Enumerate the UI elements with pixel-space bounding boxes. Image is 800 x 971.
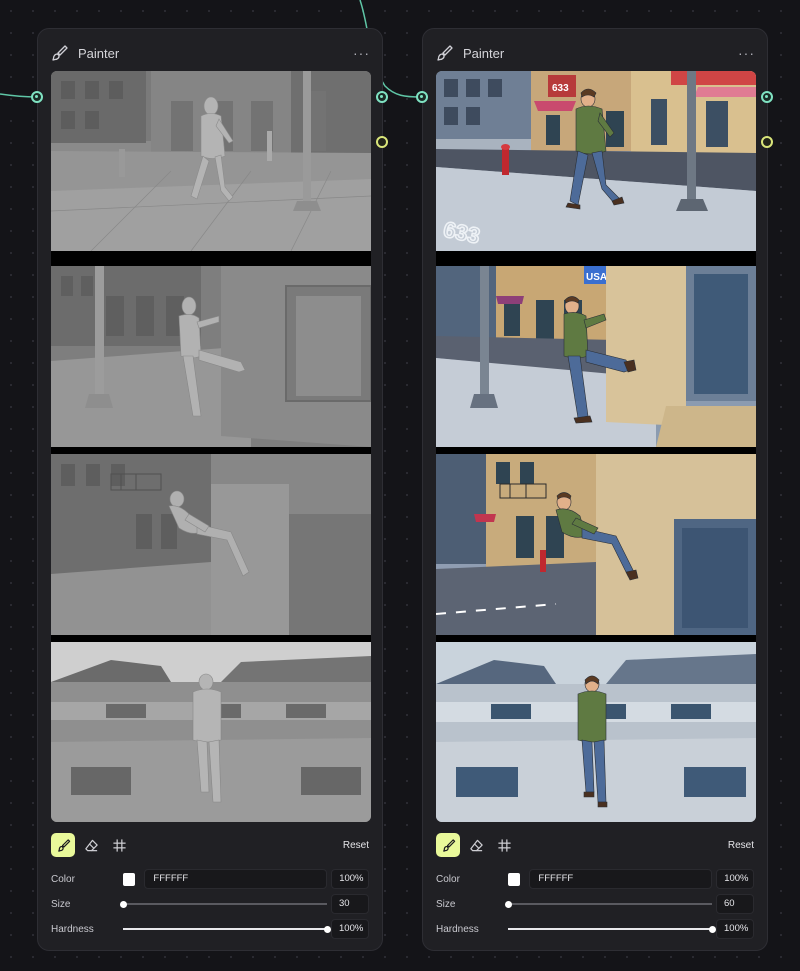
reset-button[interactable]: Reset	[343, 840, 369, 851]
grid-icon	[112, 838, 126, 852]
grid-tool-button[interactable]	[492, 833, 516, 857]
hardness-slider[interactable]	[508, 919, 716, 939]
hardness-value-input[interactable]: 100%	[716, 919, 754, 939]
hardness-slider[interactable]	[123, 919, 331, 939]
size-label: Size	[51, 898, 71, 910]
slider-thumb[interactable]	[505, 900, 512, 908]
sign-usa: USA	[586, 272, 607, 283]
slider-fill	[508, 928, 712, 930]
slider-thumb[interactable]	[324, 925, 331, 933]
right-node-output-port[interactable]	[761, 91, 773, 103]
eraser-tool-button[interactable]	[464, 833, 488, 857]
storyboard-frame-4	[51, 642, 371, 822]
storyboard-frame-1	[51, 71, 371, 251]
color-opacity-input[interactable]: 100%	[331, 869, 369, 889]
size-slider[interactable]	[505, 894, 712, 914]
color-opacity-input[interactable]: 100%	[716, 869, 754, 889]
painter-node-right[interactable]: Painter ··· 633 633 USA Reset Color FFFF…	[422, 28, 768, 951]
slider-thumb[interactable]	[709, 925, 716, 933]
color-hex-input[interactable]: FFFFFF	[529, 869, 713, 889]
slider-thumb[interactable]	[120, 900, 127, 908]
tool-bar: Reset	[51, 833, 369, 857]
hardness-label: Hardness	[51, 923, 94, 935]
size-label: Size	[436, 898, 456, 910]
left-node-output-port[interactable]	[376, 91, 388, 103]
tool-bar: Reset	[436, 833, 754, 857]
size-value-input[interactable]: 60	[716, 894, 754, 914]
color-hex-input[interactable]: FFFFFF	[144, 869, 328, 889]
right-node-input-port[interactable]	[416, 91, 428, 103]
right-node-mask-output-port[interactable]	[761, 136, 773, 148]
slider-track	[123, 903, 327, 905]
size-value-input[interactable]: 30	[331, 894, 369, 914]
size-row: Size 60	[436, 894, 754, 914]
storyboard-frame-3	[51, 454, 371, 635]
color-swatch[interactable]	[122, 872, 136, 886]
brush-tool-button[interactable]	[436, 833, 460, 857]
size-slider[interactable]	[120, 894, 327, 914]
hardness-label: Hardness	[436, 923, 479, 935]
painter-node-left[interactable]: Painter ··· Reset Color FFFFFF 100% Size…	[37, 28, 383, 951]
eraser-icon	[84, 839, 98, 851]
node-title: Painter	[463, 45, 505, 61]
grid-tool-button[interactable]	[107, 833, 131, 857]
color-swatch[interactable]	[507, 872, 521, 886]
node-header[interactable]: Painter ···	[50, 41, 370, 65]
brush-tool-button[interactable]	[51, 833, 75, 857]
slider-fill	[123, 928, 327, 930]
size-row: Size 30	[51, 894, 369, 914]
paint-canvas[interactable]	[51, 71, 371, 822]
hardness-row: Hardness 100%	[436, 919, 754, 939]
color-label: Color	[51, 873, 75, 885]
storyboard-frame-3	[436, 454, 756, 635]
reset-button[interactable]: Reset	[728, 840, 754, 851]
more-options-button[interactable]: ···	[738, 46, 755, 60]
node-header[interactable]: Painter ···	[435, 41, 755, 65]
sign-633: 633	[552, 83, 569, 94]
storyboard-frame-1: 633 633	[436, 71, 756, 251]
brush-icon	[437, 45, 453, 61]
eraser-icon	[469, 839, 483, 851]
storyboard-frame-2: USA	[436, 266, 756, 447]
storyboard-frame-2	[51, 266, 371, 447]
left-node-input-port[interactable]	[31, 91, 43, 103]
eraser-tool-button[interactable]	[79, 833, 103, 857]
hardness-value-input[interactable]: 100%	[331, 919, 369, 939]
left-node-mask-output-port[interactable]	[376, 136, 388, 148]
color-label: Color	[436, 873, 460, 885]
storyboard-frame-4	[436, 642, 756, 822]
brush-icon	[442, 838, 455, 852]
grid-icon	[497, 838, 511, 852]
brush-icon	[52, 45, 68, 61]
paint-canvas[interactable]: 633 633 USA	[436, 71, 756, 822]
slider-track	[508, 903, 712, 905]
color-row: Color FFFFFF 100%	[436, 869, 754, 889]
brush-icon	[57, 838, 70, 852]
color-row: Color FFFFFF 100%	[51, 869, 369, 889]
node-title: Painter	[78, 45, 120, 61]
hardness-row: Hardness 100%	[51, 919, 369, 939]
more-options-button[interactable]: ···	[353, 46, 370, 60]
